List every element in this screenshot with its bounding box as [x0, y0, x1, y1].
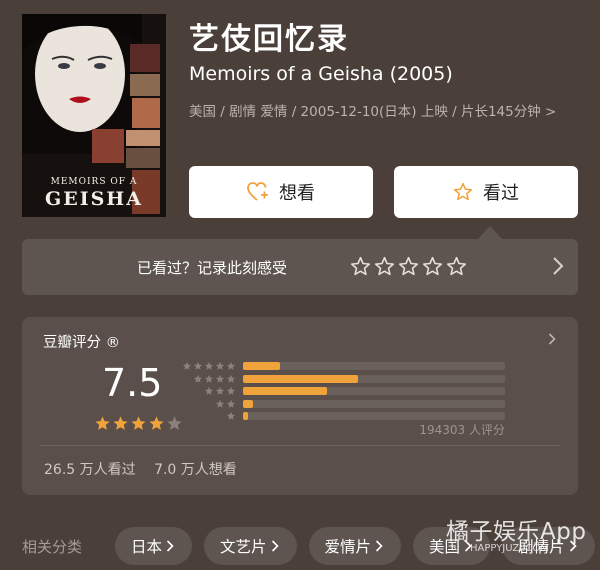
rating-votes: 194303 人评分	[419, 423, 505, 437]
star-outline-icon	[446, 256, 467, 276]
chevron-right-icon	[553, 257, 564, 275]
watermark-app: 橘子娱乐App	[446, 519, 587, 545]
movie-title-chinese: 艺伎回忆录	[189, 22, 349, 57]
wanted-count: 7.0 万人想看	[154, 462, 237, 478]
watermark-url: HAPPYJUZI.COM	[470, 543, 549, 554]
distribution-bar	[243, 362, 280, 370]
distribution-bar	[243, 387, 327, 395]
star-small-icon	[215, 386, 225, 395]
poster-title-small: MEMOIRS OF A	[50, 177, 138, 187]
category-chip-label: 日本	[131, 538, 163, 556]
star-small-icon	[226, 361, 236, 370]
star-small-icon	[226, 386, 236, 395]
divider	[40, 445, 560, 446]
want-to-watch-label: 想看	[279, 183, 315, 204]
distribution-track	[243, 387, 505, 395]
rating-card-title: 豆瓣评分 ®	[43, 335, 121, 351]
star-small-icon	[193, 361, 203, 370]
movie-meta-info[interactable]: 美国 / 剧情 爱情 / 2005-12-10(日本) 上映 / 片长145分钟…	[189, 102, 579, 122]
watched-label: 看过	[483, 183, 519, 204]
rate-stars[interactable]	[350, 256, 467, 277]
watched-count: 26.5 万人看过	[44, 462, 136, 478]
star-small-icon	[215, 361, 225, 370]
star-small-icon	[226, 399, 236, 408]
star-small-icon	[182, 361, 192, 370]
movie-poster[interactable]: MEMOIRS OF A GEISHA	[22, 14, 166, 217]
want-to-watch-button[interactable]: 想看	[189, 166, 373, 218]
distribution-stars	[182, 361, 236, 371]
distribution-stars	[226, 411, 236, 421]
distribution-stars	[204, 386, 236, 396]
chevron-right-icon	[271, 540, 279, 552]
popover-pointer	[477, 226, 503, 240]
category-chip-label: 爱情片	[324, 538, 372, 556]
rate-prompt-bar[interactable]: 已看过？记录此刻感受	[22, 239, 578, 295]
star-outline-icon	[422, 256, 443, 276]
distribution-stars	[215, 399, 236, 409]
star-outline-icon	[453, 182, 473, 201]
distribution-bar	[243, 412, 249, 420]
category-chip[interactable]: 日本	[115, 527, 193, 565]
rating-card[interactable]: 豆瓣评分 ® 7.5 194303 人评分 26.5 万人看过 7.0 万人想看	[22, 317, 578, 495]
distribution-bar	[243, 374, 359, 383]
poster-title-large: GEISHA	[44, 188, 143, 210]
star-small-icon	[226, 411, 236, 420]
star-small-icon	[226, 374, 236, 383]
distribution-bar	[243, 399, 254, 408]
star-small-icon	[204, 374, 214, 383]
star-small-icon	[204, 361, 214, 370]
star-filled-icon	[149, 416, 164, 430]
categories-label: 相关分类	[22, 538, 83, 556]
star-outline-icon	[374, 256, 395, 276]
star-filled-icon	[95, 416, 110, 430]
chevron-right-icon	[166, 540, 174, 552]
star-outline-icon	[350, 256, 371, 276]
distribution-track	[243, 362, 505, 370]
star-small-icon	[215, 374, 225, 383]
chevron-right-icon	[548, 333, 556, 345]
distribution-track	[243, 399, 505, 408]
category-chip[interactable]: 爱情片	[308, 527, 402, 565]
category-chip[interactable]: 文艺片	[204, 527, 297, 565]
chevron-right-icon	[375, 540, 383, 552]
heart-plus-icon	[247, 182, 268, 201]
star-outline-icon	[398, 256, 419, 276]
rate-prompt-text: 已看过？记录此刻感受	[137, 259, 288, 277]
star-small-icon	[215, 399, 225, 408]
rating-footer: 26.5 万人看过 7.0 万人想看	[44, 459, 251, 479]
category-chip-label: 文艺片	[220, 538, 267, 556]
movie-title-english: Memoirs of a Geisha (2005)	[189, 63, 453, 85]
star-filled-icon	[113, 416, 128, 430]
star-small-icon	[204, 386, 214, 395]
distribution-track	[243, 374, 505, 383]
star-filled-icon	[131, 416, 146, 430]
rating-stars	[94, 415, 183, 432]
rating-score: 7.5	[102, 361, 163, 405]
distribution-stars	[193, 374, 236, 384]
watched-button[interactable]: 看过	[394, 166, 578, 218]
distribution-track	[243, 412, 505, 420]
star-empty-icon	[167, 416, 182, 430]
star-small-icon	[193, 374, 203, 383]
